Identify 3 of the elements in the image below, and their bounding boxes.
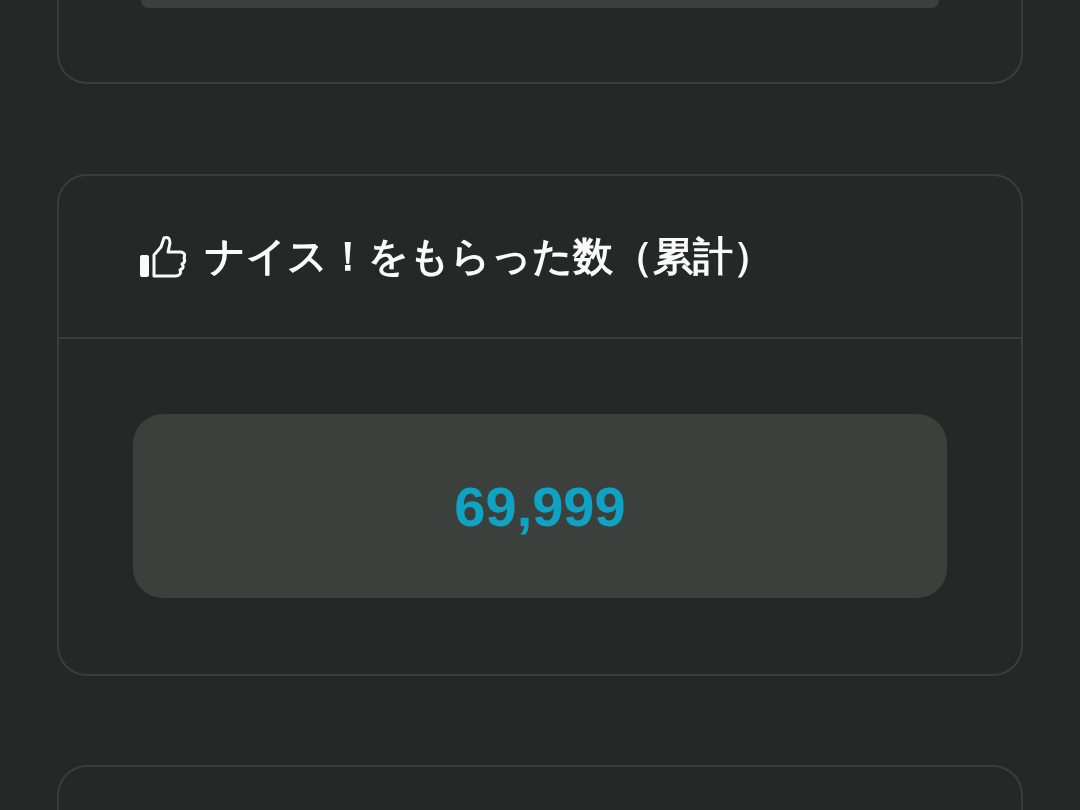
thumbs-up-icon xyxy=(139,234,187,279)
card-title: ナイス！をもらった数（累計） xyxy=(205,232,773,281)
stat-value: 69,999 xyxy=(454,473,626,539)
